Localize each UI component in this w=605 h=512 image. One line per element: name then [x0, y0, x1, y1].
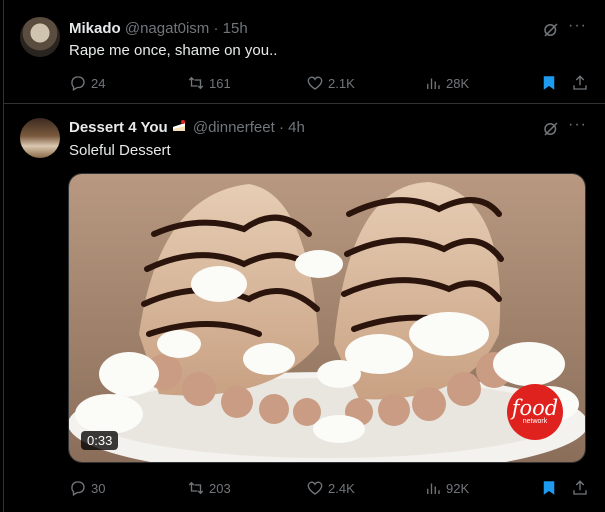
view-count: 28K [446, 75, 470, 91]
views-button[interactable]: 92K [424, 478, 469, 498]
bookmark-icon[interactable] [540, 73, 558, 93]
like-count: 2.4K [328, 480, 355, 496]
tweet-header: Mikado @nagat0ism · 15h [69, 20, 248, 37]
logo-word: food [511, 396, 559, 420]
timestamp[interactable]: 15h [223, 20, 248, 37]
reply-button[interactable]: 24 [69, 73, 105, 93]
author-name[interactable]: Mikado [69, 20, 121, 37]
repost-count: 203 [209, 480, 231, 496]
like-icon [307, 481, 323, 495]
timestamp[interactable]: 4h [288, 119, 305, 136]
separator: · [213, 20, 219, 37]
like-button[interactable]: 2.1K [306, 73, 355, 93]
view-count: 92K [446, 480, 470, 496]
like-count: 2.1K [328, 75, 355, 91]
author-handle[interactable]: @dinnerfeet [193, 119, 275, 136]
reply-button[interactable]: 30 [69, 478, 105, 498]
views-button[interactable]: 28K [424, 73, 469, 93]
tweet-header: Dessert 4 You @dinnerfeet · 4h [69, 119, 305, 136]
cake-emoji-icon [172, 120, 185, 131]
tweet-actions: 30 203 2.4K 92K [69, 478, 595, 498]
repost-icon [188, 481, 204, 495]
repost-button[interactable]: 161 [187, 73, 231, 93]
food-network-logo: food network [507, 384, 563, 440]
share-icon[interactable] [571, 73, 589, 93]
author-name[interactable]: Dessert 4 You [69, 119, 168, 136]
more-icon[interactable]: ··· [568, 117, 586, 138]
like-button[interactable]: 2.4K [306, 478, 355, 498]
tweet-1[interactable]: Mikado @nagat0ism · 15h Rape me once, sh… [4, 0, 605, 104]
author-handle[interactable]: @nagat0ism [125, 20, 209, 37]
logo-subword: network [522, 418, 548, 425]
tweet-actions: 24 161 2.1K 28K [69, 73, 595, 93]
reply-count: 30 [91, 480, 106, 496]
video-player[interactable]: 0:33 food network [68, 173, 586, 463]
tweet-text: Soleful Dessert [69, 142, 171, 159]
reply-icon [71, 76, 85, 91]
timeline: Mikado @nagat0ism · 15h Rape me once, sh… [3, 0, 605, 512]
views-icon [427, 483, 440, 494]
repost-count: 161 [209, 75, 231, 91]
more-icon[interactable]: ··· [568, 18, 586, 39]
bookmark-icon[interactable] [540, 478, 558, 498]
repost-button[interactable]: 203 [187, 478, 231, 498]
like-icon [307, 76, 323, 90]
repost-icon [188, 76, 204, 90]
tweet-text: Rape me once, shame on you.. [69, 42, 278, 59]
reply-count: 24 [91, 75, 106, 91]
tweet-2[interactable]: Dessert 4 You @dinnerfeet · 4h Soleful D… [4, 105, 605, 512]
share-icon[interactable] [571, 478, 589, 498]
separator: · [278, 119, 284, 136]
grok-icon[interactable] [542, 21, 560, 39]
video-duration: 0:33 [81, 431, 119, 450]
views-icon [427, 78, 440, 89]
avatar[interactable] [20, 118, 60, 158]
reply-icon [71, 481, 85, 496]
grok-icon[interactable] [542, 120, 560, 138]
avatar[interactable] [20, 17, 60, 57]
